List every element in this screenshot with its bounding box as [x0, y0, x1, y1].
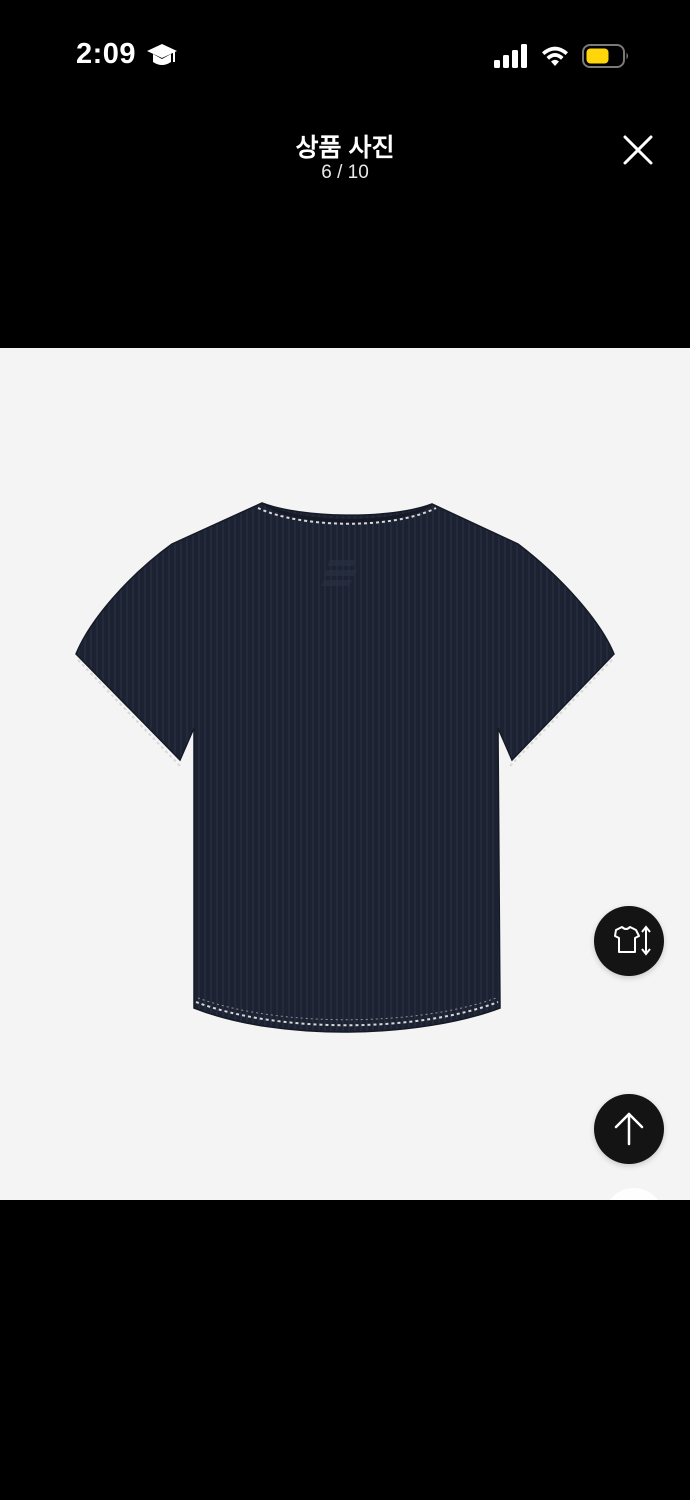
- viewer-header: 상품 사진 6 / 10: [0, 110, 690, 348]
- status-time: 2:09: [76, 38, 137, 70]
- status-bar: 2:09: [0, 0, 690, 110]
- tshirt-back-image[interactable]: [0, 348, 690, 1200]
- image-counter: 6 / 10: [321, 162, 369, 183]
- arrow-up-icon: [614, 1112, 644, 1146]
- product-image-viewer[interactable]: [0, 348, 690, 1200]
- close-button[interactable]: [612, 130, 664, 174]
- wifi-icon: [542, 46, 568, 66]
- battery-level: [586, 48, 609, 64]
- shirt-size-icon: [614, 925, 651, 956]
- size-guide-button[interactable]: [594, 906, 664, 976]
- battery-icon: [582, 44, 628, 68]
- graduation-cap-icon: [147, 44, 177, 65]
- signal-icon: [494, 44, 527, 68]
- page-title: 상품 사진: [295, 134, 395, 162]
- bottom-black-area: [0, 1200, 690, 1500]
- close-icon: [623, 135, 653, 165]
- scroll-top-button[interactable]: [594, 1094, 664, 1164]
